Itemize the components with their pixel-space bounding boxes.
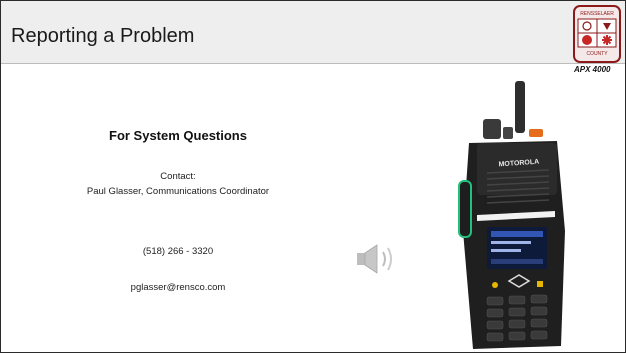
contact-email: pglasser@rensco.com <box>130 282 226 293</box>
seal-bottom-text: COUNTY <box>586 51 608 57</box>
radio-image: MOTOROLA <box>458 81 565 349</box>
contact-label: Contact: <box>160 171 196 182</box>
slide-title: Reporting a Problem <box>11 25 195 47</box>
speaker-icon[interactable] <box>353 241 399 277</box>
seal-top-text: RENSSELAER <box>580 11 614 17</box>
contact-name: Paul Glasser, Communications Coordinator <box>86 186 270 197</box>
model-label: APX 4000 <box>574 65 611 74</box>
contact-phone: (518) 266 - 3320 <box>142 246 214 257</box>
title-bar: Reporting a Problem <box>1 1 625 64</box>
county-seal-icon: RENSSELAER COUNTY <box>573 5 621 63</box>
slide: Reporting a Problem RENSSELAER COUNTY AP… <box>0 0 626 353</box>
contact-heading: For System Questions <box>109 128 247 143</box>
